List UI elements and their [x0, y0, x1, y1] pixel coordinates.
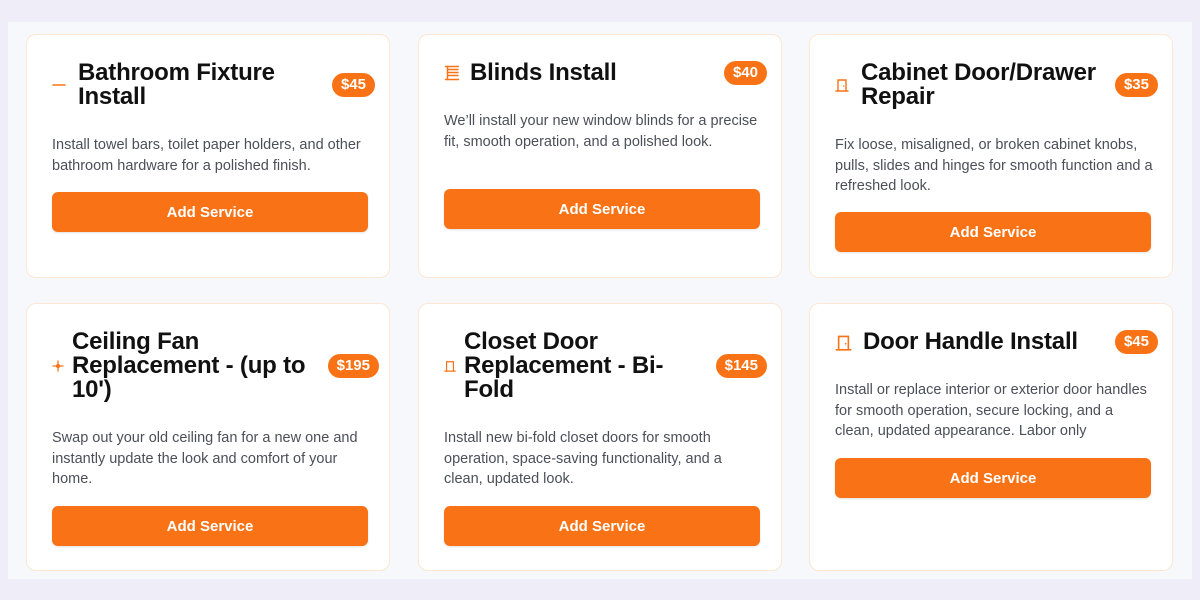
- card-title: Closet Door Replacement - Bi-Fold: [464, 328, 664, 403]
- fan-icon: [52, 360, 66, 372]
- price-badge: $45: [331, 73, 375, 97]
- card-header: Bathroom Fixture Install $45: [52, 61, 375, 109]
- add-service-button[interactable]: Add Service: [835, 212, 1151, 252]
- card-title: Door Handle Install: [863, 328, 1078, 355]
- service-card-door-handle: Door Handle Install $45 Install or repla…: [809, 303, 1173, 571]
- card-description: Install new bi-fold closet doors for smo…: [444, 430, 722, 487]
- service-card-ceiling-fan: Ceiling Fan Replacement - (up to 10') $1…: [26, 303, 390, 571]
- services-panel: Bathroom Fixture Install $45 Install tow…: [8, 22, 1192, 579]
- service-card-closet-door: Closet Door Replacement - Bi-Fold $145 I…: [418, 303, 782, 571]
- card-description: Swap out your old ceiling fan for a new …: [52, 430, 358, 487]
- card-header: Blinds Install $40: [444, 61, 767, 85]
- card-header: Cabinet Door/Drawer Repair $35: [835, 61, 1158, 109]
- add-service-button[interactable]: Add Service: [52, 506, 368, 546]
- service-card-blinds-install: Blinds Install $40 We’ll install your ne…: [418, 34, 782, 278]
- card-description: Fix loose, misaligned, or broken cabinet…: [835, 137, 1153, 194]
- door-icon: [444, 360, 458, 372]
- door-icon: [835, 78, 853, 92]
- add-service-button[interactable]: Add Service: [52, 192, 368, 232]
- price-badge: $45: [1114, 330, 1158, 354]
- card-description: Install towel bars, toilet paper holders…: [52, 137, 361, 174]
- minus-icon: [52, 78, 70, 92]
- card-description: Install or replace interior or exterior …: [835, 382, 1147, 439]
- add-service-button[interactable]: Add Service: [835, 458, 1151, 498]
- add-service-button[interactable]: Add Service: [444, 506, 760, 546]
- card-description: We’ll install your new window blinds for…: [444, 113, 758, 150]
- card-header: Door Handle Install $45: [835, 330, 1158, 354]
- blinds-icon: [444, 65, 462, 81]
- service-card-bathroom-fixture: Bathroom Fixture Install $45 Install tow…: [26, 34, 390, 278]
- door-icon: [835, 334, 853, 351]
- card-header: Closet Door Replacement - Bi-Fold $145: [444, 330, 767, 402]
- card-title: Ceiling Fan Replacement - (up to 10'): [72, 328, 306, 403]
- card-title: Blinds Install: [470, 59, 617, 86]
- price-badge: $40: [723, 61, 767, 85]
- card-header: Ceiling Fan Replacement - (up to 10') $1…: [52, 330, 379, 402]
- card-title: Cabinet Door/Drawer Repair: [861, 59, 1096, 110]
- price-badge: $145: [715, 354, 767, 378]
- price-badge: $195: [327, 354, 379, 378]
- price-badge: $35: [1114, 73, 1158, 97]
- service-card-cabinet-door-repair: Cabinet Door/Drawer Repair $35 Fix loose…: [809, 34, 1173, 278]
- add-service-button[interactable]: Add Service: [444, 189, 760, 229]
- card-title: Bathroom Fixture Install: [78, 59, 275, 110]
